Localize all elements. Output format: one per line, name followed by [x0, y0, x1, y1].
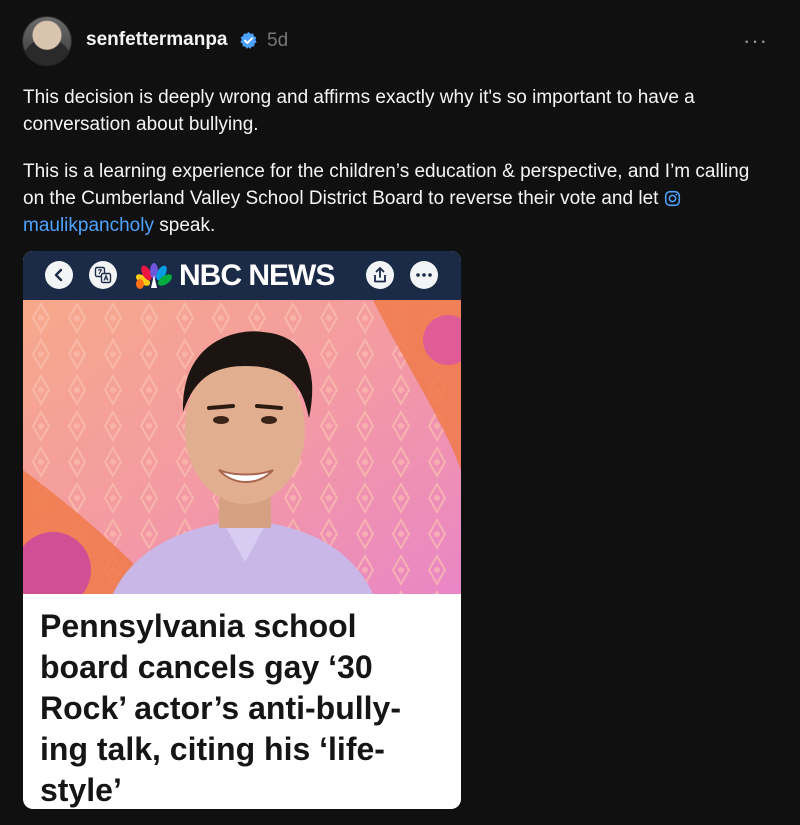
post-time: 5d: [267, 30, 289, 51]
post-paragraph-2: This is a learning experience for the ch…: [23, 158, 773, 239]
more-options-button[interactable]: ···: [743, 28, 768, 54]
verified-badge-icon: [240, 31, 257, 49]
mention-label: maulikpancholy: [23, 215, 154, 236]
avatar[interactable]: [23, 17, 71, 65]
post-paragraph-1: This decision is deeply wrong and affirm…: [23, 87, 695, 135]
nbc-peacock-icon: [136, 263, 172, 289]
more-dots-icon: [416, 273, 432, 277]
link-preview-card[interactable]: NBC NEWS Pennsylvania school board cance…: [23, 251, 461, 809]
chevron-left-icon: [54, 268, 63, 282]
username[interactable]: senfettermanpa: [86, 29, 228, 51]
instagram-icon: [664, 190, 680, 207]
nbc-nav-bar: NBC NEWS: [23, 251, 461, 300]
nbc-brand-text: NBC NEWS: [179, 259, 335, 292]
more-dots-button[interactable]: [410, 261, 438, 289]
translate-icon: [94, 266, 112, 284]
article-photo: [23, 300, 461, 594]
back-button[interactable]: [45, 261, 73, 289]
translate-button[interactable]: [89, 261, 117, 289]
post-paragraph-2-end: speak.: [159, 215, 216, 236]
article-headline: Pennsylvania school board cancels gay ‘3…: [40, 608, 401, 808]
nbc-news-logo: NBC NEWS: [135, 259, 335, 292]
post-body: This decision is deeply wrong and affirm…: [23, 84, 773, 259]
share-button[interactable]: [366, 261, 394, 289]
post-paragraph-2-text: This is a learning experience for the ch…: [23, 161, 750, 209]
share-icon: [374, 267, 386, 283]
